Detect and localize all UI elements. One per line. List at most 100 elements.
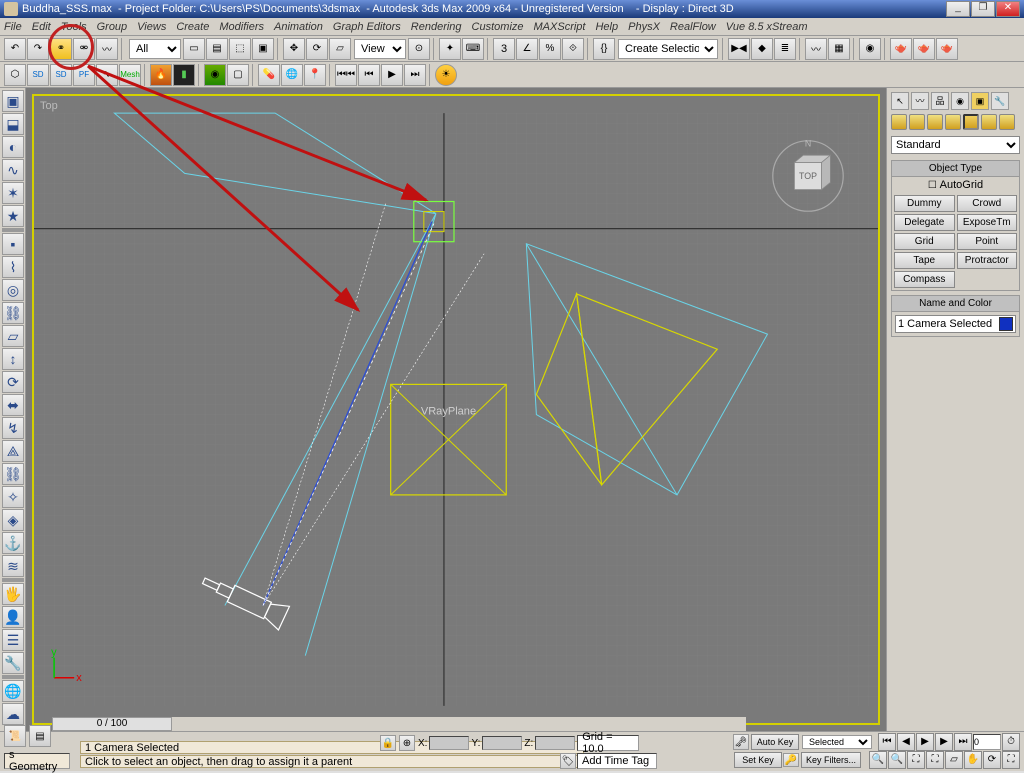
rotate-button[interactable]: ⟳ [306, 38, 328, 60]
cat-shapes-icon[interactable] [909, 114, 925, 130]
helper-tape-button[interactable]: Tape [894, 252, 955, 269]
next-frame-button[interactable]: ▶ [935, 733, 953, 751]
fire-icon[interactable]: 🔥 [150, 64, 172, 86]
goto-end-button[interactable]: ⏭ [954, 733, 972, 751]
absolute-transform-icon[interactable]: ⊕ [399, 735, 415, 751]
lt-angular-icon[interactable]: ⟳ [2, 371, 24, 393]
helper-point-button[interactable]: Point [957, 233, 1018, 250]
maximize-button[interactable]: ❐ [971, 1, 995, 17]
lt-help-icon[interactable]: ☁ [2, 703, 24, 725]
helper-grid-button[interactable]: Grid [894, 233, 955, 250]
tab-modify[interactable]: 〰 [911, 92, 929, 110]
name-color-head[interactable]: Name and Color [892, 296, 1019, 312]
helper-dummy-button[interactable]: Dummy [894, 195, 955, 212]
menu-animation[interactable]: Animation [274, 21, 323, 33]
x-spinner[interactable] [429, 736, 469, 750]
prev-frame-button[interactable]: ◀ [897, 733, 915, 751]
rendered-frame-button[interactable]: 🫖 [913, 38, 935, 60]
move-button[interactable]: ✥ [283, 38, 305, 60]
viewport-top[interactable]: Top [32, 94, 880, 725]
menu-help[interactable]: Help [595, 21, 618, 33]
menu-views[interactable]: Views [137, 21, 166, 33]
time-slider-knob[interactable]: 0 / 100 [52, 717, 172, 731]
select-region-button[interactable]: ⬚ [229, 38, 251, 60]
globe-button[interactable]: 🌐 [281, 64, 303, 86]
ref-coord-dropdown[interactable]: View [354, 39, 406, 59]
menu-physx[interactable]: PhysX [628, 21, 660, 33]
menu-customize[interactable]: Customize [472, 21, 524, 33]
play-button[interactable]: ▶ [916, 733, 934, 751]
lt-point2point-icon[interactable]: ⛓ [2, 463, 24, 485]
percent-snap-button[interactable]: % [539, 38, 561, 60]
lt-rope-icon[interactable]: ∿ [2, 159, 24, 181]
cat-geometry-icon[interactable] [891, 114, 907, 130]
object-type-head[interactable]: Object Type [892, 161, 1019, 177]
render-setup-button[interactable]: 🫖 [890, 38, 912, 60]
time-config-button[interactable]: ⏱ [1002, 733, 1020, 751]
tab-create[interactable]: ↖ [891, 92, 909, 110]
tab-display[interactable]: ▣ [971, 92, 989, 110]
menu-realflow[interactable]: RealFlow [670, 21, 716, 33]
tab-hierarchy[interactable]: 品 [931, 92, 949, 110]
lt-deform-icon[interactable]: ✶ [2, 182, 24, 204]
named-sel-set-button[interactable]: {} [593, 38, 615, 60]
menu-group[interactable]: Group [97, 21, 128, 33]
layers-button[interactable]: ≣ [774, 38, 796, 60]
lt-wind-icon[interactable]: ≋ [2, 555, 24, 577]
unlink-button[interactable]: ⚮ [73, 38, 95, 60]
lt-prop-icon[interactable]: ☰ [2, 629, 24, 651]
lt-preview-icon[interactable]: 🖐 [2, 583, 24, 605]
autokey-button[interactable]: Auto Key [751, 734, 799, 750]
pan-button[interactable]: ✋ [964, 751, 982, 769]
object-color-swatch[interactable] [999, 317, 1013, 331]
menu-tools[interactable]: Tools [61, 21, 87, 33]
schematic-button[interactable]: ▦ [828, 38, 850, 60]
lt-water-icon[interactable]: ★ [2, 205, 24, 227]
cat-systems-icon[interactable] [999, 114, 1015, 130]
time-slider[interactable]: 0 / 100 [52, 717, 746, 731]
window-crossing-button[interactable]: ▣ [252, 38, 274, 60]
redo-button[interactable]: ↷ [27, 38, 49, 60]
lt-cloth-icon[interactable]: ⬓ [2, 113, 24, 135]
rope-button[interactable]: ∿ [96, 64, 118, 86]
set-key-mode-icon[interactable]: 🗝 [733, 734, 749, 750]
pf-button[interactable]: PF [73, 64, 95, 86]
tab-utilities[interactable]: 🔧 [991, 92, 1009, 110]
undo-button[interactable]: ↶ [4, 38, 26, 60]
select-button[interactable]: ▭ [183, 38, 205, 60]
helper-crowd-button[interactable]: Crowd [957, 195, 1018, 212]
menu-file[interactable]: File [4, 21, 22, 33]
selection-filter-dropdown[interactable]: All [129, 39, 181, 59]
minimize-button[interactable]: _ [946, 1, 970, 17]
nvidia-icon[interactable]: ◉ [204, 64, 226, 86]
add-time-tag[interactable]: Add Time Tag [577, 753, 657, 769]
time-tag-icon[interactable]: 🏷 [560, 753, 576, 769]
maximize-viewport-button[interactable]: ⛶ [1002, 751, 1020, 769]
lt-softbody-icon[interactable]: ◐ [2, 136, 24, 158]
z-spinner[interactable] [535, 736, 575, 750]
macro-recorder-icon[interactable]: ▤ [29, 725, 51, 747]
lt-prismatic-icon[interactable]: ⬌ [2, 394, 24, 416]
lt-util-icon[interactable]: 🔧 [2, 652, 24, 674]
fov-button[interactable]: ▱ [945, 751, 963, 769]
helper-protractor-button[interactable]: Protractor [957, 252, 1018, 269]
capsule-button[interactable]: 💊 [258, 64, 280, 86]
lt-carwheel-icon[interactable]: ↯ [2, 417, 24, 439]
zoom-all-button[interactable]: 🔍 [888, 751, 906, 769]
lt-toy-icon[interactable]: ⚓ [2, 532, 24, 554]
spinner-snap-button[interactable]: ⟐ [562, 38, 584, 60]
prompt-type-field[interactable]: s Geometry [4, 753, 70, 769]
render-button[interactable]: 🫖 [936, 38, 958, 60]
menu-create[interactable]: Create [176, 21, 209, 33]
helper-exposetm-button[interactable]: ExposeTm [957, 214, 1018, 231]
lt-plane-icon[interactable]: ▱ [2, 325, 24, 347]
sd2-button[interactable]: SD [50, 64, 72, 86]
key-target-dropdown[interactable]: Selected [802, 735, 872, 749]
lt-linear-icon[interactable]: ↕ [2, 348, 24, 370]
lt-motor-icon[interactable]: ⛓ [2, 302, 24, 324]
goto-start-button[interactable]: ⏮ [878, 733, 896, 751]
menu-grapheditors[interactable]: Graph Editors [333, 21, 401, 33]
lt-hinge-icon[interactable]: ⟁ [2, 440, 24, 462]
cat-helpers-icon[interactable] [963, 114, 979, 130]
vue-sun-icon[interactable]: ☀ [435, 64, 457, 86]
